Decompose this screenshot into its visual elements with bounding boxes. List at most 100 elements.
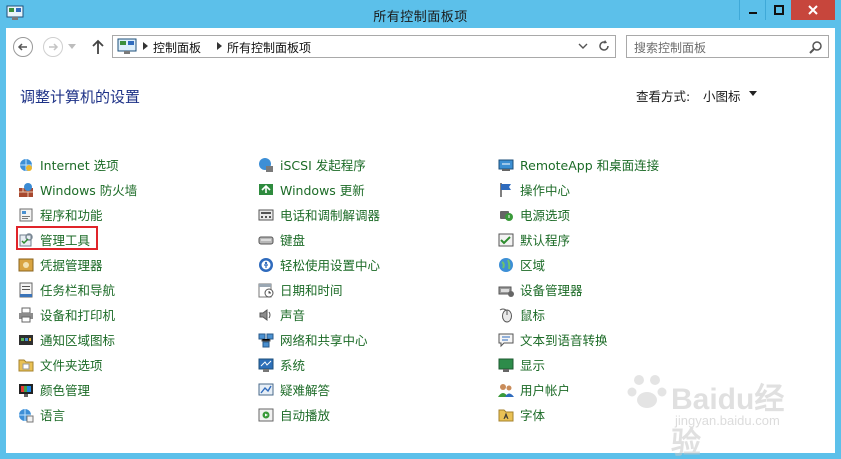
client-area: 控制面板 所有控制面板项 搜索控制面板 调整计算机的设置 查看方式: 小图标 I…	[6, 28, 835, 459]
item-keyboard[interactable]: 键盘	[258, 227, 380, 252]
item-network-sharing[interactable]: 网络和共享中心	[258, 327, 380, 352]
item-credential-manager[interactable]: 凭据管理器	[18, 252, 137, 277]
mouse-icon	[499, 308, 512, 322]
folder-icon	[18, 359, 34, 371]
item-text-to-speech[interactable]: 文本到语音转换	[498, 327, 659, 352]
accessibility-icon	[259, 257, 273, 272]
search-placeholder[interactable]: 搜索控制面板	[634, 39, 706, 56]
up-arrow-icon[interactable]	[90, 38, 106, 56]
device-manager-icon	[498, 286, 514, 297]
phone-icon	[258, 209, 274, 220]
breadcrumb-all-items[interactable]: 所有控制面板项	[227, 39, 311, 56]
item-programs[interactable]: 程序和功能	[18, 202, 137, 227]
maximize-button[interactable]	[765, 0, 791, 20]
item-region[interactable]: 区域	[498, 252, 659, 277]
default-programs-icon	[498, 233, 514, 246]
minimize-button[interactable]	[739, 0, 765, 20]
view-mode-dropdown[interactable]: 小图标	[703, 86, 741, 105]
item-phone-modem[interactable]: 电话和调制解调器	[258, 202, 380, 227]
item-language[interactable]: 语言	[18, 402, 137, 427]
item-default-programs[interactable]: 默认程序	[498, 227, 659, 252]
item-device-manager[interactable]: 设备管理器	[498, 277, 659, 302]
watermark-url: jingyan.baidu.com	[675, 413, 780, 428]
language-icon	[19, 408, 34, 422]
item-folder-options[interactable]: 文件夹选项	[18, 352, 137, 377]
item-power-options[interactable]: 电源选项	[498, 202, 659, 227]
color-icon	[19, 383, 33, 397]
autoplay-icon	[258, 408, 274, 421]
region-icon	[499, 257, 513, 272]
refresh-icon[interactable]	[597, 39, 611, 53]
paw-logo-icon	[627, 375, 667, 408]
close-icon	[808, 5, 818, 15]
taskbar-icon	[19, 282, 33, 297]
update-icon	[259, 183, 273, 195]
item-windows-update[interactable]: Windows 更新	[258, 177, 380, 202]
baidu-watermark: Baidu经验 jingyan.baidu.com	[625, 368, 805, 459]
firewall-icon	[19, 182, 33, 197]
navigation-bar: 控制面板 所有控制面板项 搜索控制面板	[6, 28, 835, 66]
item-ease-of-access[interactable]: 轻松使用设置中心	[258, 252, 380, 277]
control-panel-icon	[117, 38, 137, 54]
close-button[interactable]	[791, 0, 835, 20]
item-internet-options[interactable]: Internet 选项	[18, 152, 137, 177]
forward-button[interactable]	[43, 37, 63, 57]
item-iscsi[interactable]: iSCSI 发起程序	[258, 152, 380, 177]
maximize-icon	[773, 5, 784, 15]
iscsi-icon	[259, 157, 273, 172]
breadcrumb-separator-icon[interactable]	[143, 42, 148, 50]
users-icon	[498, 383, 514, 397]
view-mode-label: 查看方式:	[636, 89, 691, 104]
item-notification-icons[interactable]: 通知区域图标	[18, 327, 137, 352]
chevron-down-icon[interactable]	[577, 40, 589, 52]
item-remoteapp[interactable]: RemoteApp 和桌面连接	[498, 152, 659, 177]
sound-icon	[259, 308, 271, 321]
display-icon	[498, 358, 514, 372]
keyboard-icon	[258, 236, 274, 244]
search-icon[interactable]	[809, 40, 823, 54]
search-box[interactable]: 搜索控制面板	[626, 35, 829, 58]
troubleshoot-icon	[258, 383, 274, 395]
items-column-1: Internet 选项 Windows 防火墙 程序和功能 管理工具 凭据管理器…	[18, 152, 137, 427]
item-taskbar[interactable]: 任务栏和导航	[18, 277, 137, 302]
item-system[interactable]: 系统	[258, 352, 380, 377]
fonts-icon	[498, 409, 514, 421]
breadcrumb-separator-icon[interactable]	[217, 42, 222, 50]
item-sound[interactable]: 声音	[258, 302, 380, 327]
title-bar[interactable]: 所有控制面板项	[0, 0, 841, 28]
arrow-left-icon	[17, 43, 27, 51]
window-controls	[739, 0, 835, 20]
minimize-icon	[748, 12, 757, 14]
credential-icon	[18, 258, 34, 271]
highlight-box-admin-tools	[16, 226, 98, 250]
history-dropdown-icon[interactable]	[68, 44, 76, 50]
datetime-icon	[258, 283, 274, 297]
internet-options-icon	[20, 158, 32, 171]
programs-icon	[19, 208, 33, 221]
address-bar[interactable]: 控制面板 所有控制面板项	[112, 35, 616, 58]
item-autoplay[interactable]: 自动播放	[258, 402, 380, 427]
item-firewall[interactable]: Windows 防火墙	[18, 177, 137, 202]
printer-icon	[19, 307, 33, 322]
notification-icon	[19, 334, 33, 345]
system-icon	[258, 358, 274, 372]
back-button[interactable]	[13, 37, 33, 57]
items-column-2: iSCSI 发起程序 Windows 更新 电话和调制解调器 键盘 轻松使用设置…	[258, 152, 380, 427]
tts-icon	[498, 333, 514, 347]
item-troubleshooting[interactable]: 疑难解答	[258, 377, 380, 402]
item-date-time[interactable]: 日期和时间	[258, 277, 380, 302]
item-color-management[interactable]: 颜色管理	[18, 377, 137, 402]
power-icon	[500, 210, 513, 221]
control-panel-window: 所有控制面板项 控制面板 所有控制面板项 搜索控制面板 调整计算机的设置 查看方…	[0, 0, 841, 459]
item-mouse[interactable]: 鼠标	[498, 302, 659, 327]
remoteapp-icon	[498, 159, 514, 171]
network-icon	[258, 333, 274, 347]
breadcrumb-control-panel[interactable]: 控制面板	[153, 39, 201, 56]
arrow-right-icon	[49, 43, 59, 51]
item-action-center[interactable]: 操作中心	[498, 177, 659, 202]
caret-down-icon[interactable]	[749, 91, 757, 96]
page-title: 调整计算机的设置	[20, 88, 141, 106]
action-center-icon	[500, 182, 511, 197]
item-devices-printers[interactable]: 设备和打印机	[18, 302, 137, 327]
window-title: 所有控制面板项	[373, 10, 468, 25]
